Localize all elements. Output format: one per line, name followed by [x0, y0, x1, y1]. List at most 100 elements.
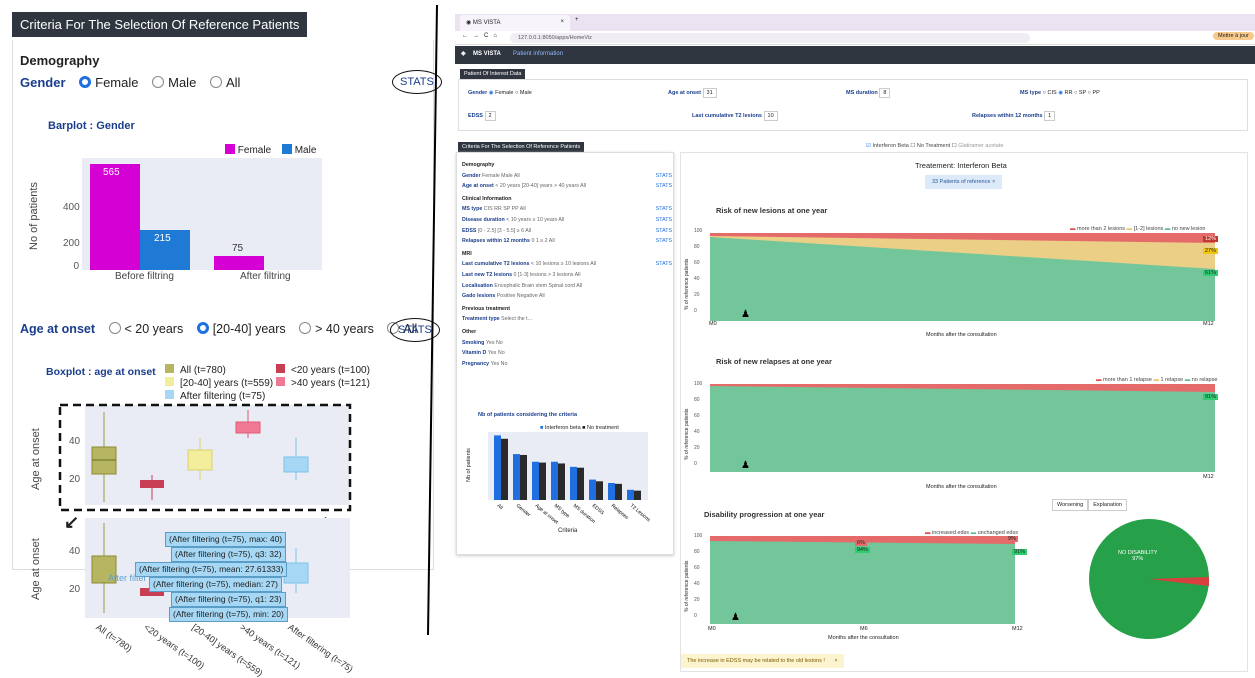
- criteria-stats-link[interactable]: STATS: [656, 204, 672, 215]
- xtick-before: Before filtring: [115, 271, 174, 282]
- label-9: 9%: [1006, 536, 1018, 542]
- tab-explanation[interactable]: Explanation: [1088, 499, 1127, 511]
- legend-item: >40 years (t=121): [291, 378, 370, 389]
- criteria-stats-link[interactable]: STATS: [656, 181, 672, 192]
- swatch-icon: ▬: [1164, 226, 1171, 232]
- criteria-options[interactable]: Female Male All: [482, 173, 520, 179]
- person-icon: ♟: [731, 612, 740, 623]
- criteria-stats-link[interactable]: STATS: [656, 171, 672, 182]
- criteria-row: Disease duration < 10 years ≥ 10 years A…: [462, 215, 672, 226]
- ytick: 400: [63, 202, 80, 213]
- ytick: 100: [694, 381, 703, 387]
- boxplot-title: Boxplot : age at onset: [46, 366, 156, 378]
- duration-select[interactable]: 8: [879, 88, 891, 98]
- app-navbar: ◈ MS VISTA Patient information: [455, 46, 1255, 64]
- nav-buttons[interactable]: ←→C⌂: [462, 33, 502, 39]
- x-m12: M12: [1012, 626, 1023, 632]
- bar-before-female: 565: [90, 164, 140, 270]
- mini-xlabel: Criteria: [558, 528, 578, 534]
- criteria-options[interactable]: Select the t...: [501, 316, 532, 322]
- legend-label: more than 2 lesions: [1077, 226, 1126, 232]
- age-select[interactable]: 31: [702, 88, 717, 98]
- criteria-options[interactable]: Encephalic Brain stem Spinal cord All: [494, 283, 582, 289]
- gender-male-radio[interactable]: [152, 76, 165, 88]
- mini-bar-none: [558, 463, 565, 500]
- tooltip-min: (After filtering (t=75), min: 20): [169, 607, 288, 622]
- mini-ylabel: Nb of patients: [466, 448, 472, 482]
- relapses-select[interactable]: 1: [1044, 111, 1056, 121]
- criteria-options[interactable]: CIS RR SP PP All: [484, 206, 526, 212]
- gender-all-radio[interactable]: [209, 76, 222, 88]
- chart3-xlabel: Months after the consultation: [828, 635, 899, 641]
- new-tab-icon[interactable]: +: [575, 17, 579, 23]
- toast-close-icon[interactable]: ×: [834, 658, 837, 664]
- chart1-title: Risk of new lesions at one year: [716, 206, 828, 215]
- badge-close-icon[interactable]: ×: [992, 179, 995, 185]
- hover-tooltips: (After filtering (t=75), max: 40) (After…: [135, 532, 288, 622]
- opt: CIS: [1047, 90, 1057, 96]
- criteria-options[interactable]: Yes No: [488, 350, 505, 356]
- profile-update-button[interactable]: Mettre à jour: [1213, 32, 1254, 40]
- ytick: 80: [694, 244, 700, 250]
- criteria-stats-link[interactable]: STATS: [656, 226, 672, 237]
- radio-on-icon[interactable]: ◉: [489, 90, 494, 96]
- boxplot-upper: 40 20: [58, 403, 352, 512]
- criteria-options[interactable]: Positive Negative All: [497, 293, 545, 299]
- criteria-row: Smoking Yes No: [462, 338, 672, 349]
- criteria-row: Localisation Encephalic Brain stem Spina…: [462, 281, 672, 292]
- app-logo-icon: ◈: [461, 51, 466, 57]
- criteria-options[interactable]: Yes No: [491, 361, 508, 367]
- barplot-title: Barplot : Gender: [48, 120, 135, 132]
- checkbox-checked-icon[interactable]: ☑: [866, 143, 871, 149]
- criteria-label: Last cumulative T2 lesions: [462, 261, 531, 268]
- barplot-yticks: 400 200 0: [63, 190, 80, 272]
- t2-select[interactable]: 10: [763, 111, 778, 121]
- criteria-label: Vitamin D: [462, 350, 488, 357]
- criteria-stats-link[interactable]: STATS: [656, 215, 672, 226]
- edss-select[interactable]: 2: [484, 111, 496, 121]
- treatment-checkboxes: ☑ Interferon Beta ☐ No Treatment ☐ Glati…: [866, 143, 1004, 149]
- legend-label: [1-2] lesions: [1133, 226, 1164, 232]
- label: EDSS: [468, 113, 483, 119]
- age-row: Age at onset < 20 years [20-40] years > …: [20, 322, 417, 336]
- tooltip-q3: (After filtering (t=75), q3: 32): [171, 547, 286, 562]
- age-gt40-radio[interactable]: [299, 322, 312, 334]
- chart3-title: Disability progression at one year: [704, 510, 825, 519]
- criteria-row: Last cumulative T2 lesions < 10 lesions …: [462, 259, 672, 270]
- browser-tab[interactable]: ◉ MS VISTA ×: [460, 15, 570, 31]
- mini-bar-chart: All Gender Age at onsetMS type MS durationE…: [488, 432, 650, 526]
- criteria-options[interactable]: < 10 years ≥ 10 years All: [506, 217, 564, 223]
- ytick: 40: [694, 276, 700, 282]
- legend-label: Interferon beta: [544, 425, 581, 431]
- boxplot-legend-2: <20 years (t=100) >40 years (t=121): [276, 364, 370, 390]
- tab-close-icon[interactable]: ×: [560, 19, 564, 25]
- ytick: 20: [69, 584, 81, 595]
- age-lt20-radio[interactable]: [108, 322, 121, 334]
- criteria-options[interactable]: < 20 years [20-40] years > 40 years All: [495, 183, 586, 189]
- mini-bar-none: [577, 467, 584, 500]
- tab-worsening[interactable]: Worsening: [1052, 499, 1089, 511]
- ytick: 100: [694, 228, 703, 234]
- criteria-options[interactable]: < 10 lesions ≥ 10 lesions All: [531, 261, 596, 267]
- url-input[interactable]: 127.0.0.1:8050/apps/HomeViz: [510, 33, 1030, 43]
- criteria-options[interactable]: 0 1 ≥ 2 All: [531, 238, 554, 244]
- divider-line: [427, 5, 438, 635]
- tooltip-median: (After filtering (t=75), median: 27): [149, 577, 282, 592]
- gender-female-radio[interactable]: [79, 76, 92, 88]
- radio-on-icon[interactable]: ◉: [1058, 90, 1063, 96]
- mini-bar-none: [615, 483, 622, 500]
- criteria-stats-link[interactable]: STATS: [656, 236, 672, 247]
- box-lt20: [140, 480, 164, 488]
- criteria-options[interactable]: Yes No: [486, 340, 503, 346]
- nav-patient-information[interactable]: Patient information: [513, 51, 563, 57]
- criteria-section-heading: Other: [462, 328, 477, 335]
- criteria-options[interactable]: 0 [1-3] lesions > 3 lesions All: [514, 272, 581, 278]
- criteria-options[interactable]: [0 - 2.5] [3 - 5.5] ≥ 6 All: [478, 228, 531, 234]
- poi-gender: Gender ◉ Female ○ Male: [468, 90, 532, 96]
- ytick: 20: [694, 597, 700, 603]
- legend-male-label: Male: [294, 145, 317, 156]
- age-20-40-radio[interactable]: [196, 322, 209, 334]
- criteria-stats-link[interactable]: STATS: [656, 259, 672, 270]
- ytick: 0: [73, 261, 79, 272]
- pie-label-value: 97%: [1132, 556, 1144, 562]
